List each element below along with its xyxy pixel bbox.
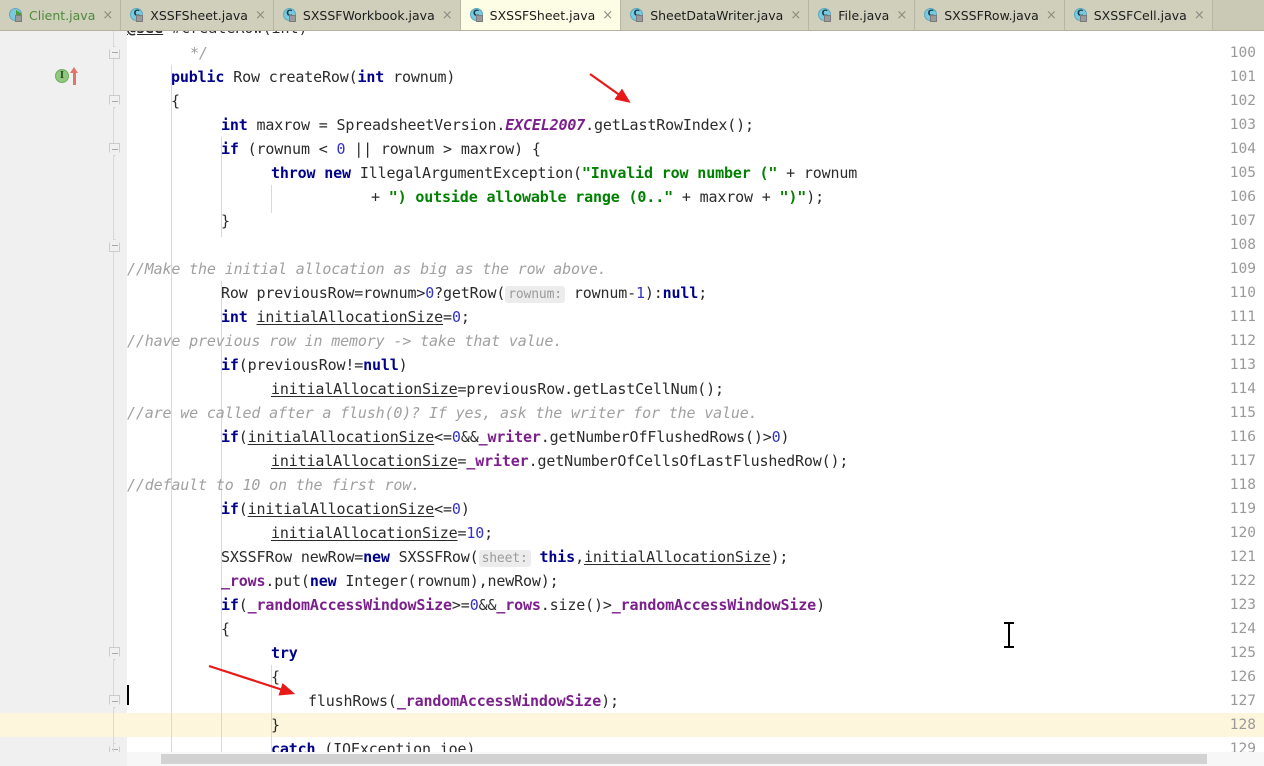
code-line-106[interactable]: + ") outside allowable range (0.." + max…: [371, 185, 824, 209]
code-line-101[interactable]: public Row createRow(int rownum): [171, 65, 455, 89]
tab-label: SXSSFSheet.java: [489, 7, 596, 23]
inlay-hint-rownum: rownum:: [505, 286, 565, 303]
code-line-107[interactable]: }: [221, 209, 230, 233]
code-line-109[interactable]: //Make the initial allocation as big as …: [127, 257, 607, 281]
tab-label: Client.java: [29, 8, 96, 23]
code-line-103[interactable]: int maxrow = SpreadsheetVersion.EXCEL200…: [221, 113, 754, 137]
code-line-102[interactable]: {: [171, 89, 180, 113]
tab-close-icon[interactable]: ×: [253, 9, 266, 22]
implementing-method-icon[interactable]: I: [55, 67, 85, 85]
tab-label: SXSSFRow.java: [944, 8, 1039, 23]
code-line-108[interactable]: [127, 233, 136, 257]
code-line-116[interactable]: if(initialAllocationSize<=0&&_writer.get…: [221, 425, 790, 449]
code-line-126[interactable]: {: [271, 665, 280, 689]
code-line-100[interactable]: */: [190, 41, 208, 65]
java-class-icon: C: [1073, 8, 1089, 23]
line-number-gutter[interactable]: [0, 31, 100, 766]
fold-connector: [113, 108, 114, 143]
tab-label: SXSSFWorkbook.java: [302, 8, 435, 23]
tab-label: File.java: [838, 8, 890, 23]
java-class-icon: C: [130, 8, 145, 23]
code-line-123[interactable]: if(_randomAccessWindowSize>=0&&_rows.siz…: [221, 593, 825, 617]
editor-tab-sheetdatawriter-java[interactable]: C SheetDataWriter.java ×: [621, 0, 810, 30]
java-class-icon: C: [469, 7, 485, 23]
tab-label: SXSSFCell.java: [1093, 8, 1187, 23]
editor-tab-sxssfcell-java[interactable]: C SXSSFCell.java ×: [1064, 0, 1213, 30]
horizontal-scrollbar-thumb[interactable]: [161, 754, 1208, 764]
code-line-124[interactable]: {: [221, 617, 230, 641]
editor-tab-sxssfsheet-java[interactable]: C SXSSFSheet.java ×: [460, 0, 622, 30]
tab-label: SheetDataWriter.java: [650, 8, 784, 23]
editor-tab-client-java[interactable]: Client.java ×: [0, 0, 122, 30]
tab-close-icon[interactable]: ×: [1192, 9, 1205, 22]
java-class-icon: C: [282, 8, 298, 23]
tab-label: XSSFSheet.java: [150, 8, 248, 23]
editor-tab-sxssfworkbook-java[interactable]: C SXSSFWorkbook.java ×: [273, 0, 461, 30]
java-run-class-icon: [9, 8, 24, 23]
code-text-area[interactable]: */ public Row createRow(int rownum) { in…: [127, 31, 1264, 766]
scrollbar-gutter-fill: [0, 752, 127, 766]
tab-close-icon[interactable]: ×: [440, 9, 453, 22]
java-class-icon: C: [630, 8, 645, 23]
code-line-114[interactable]: initialAllocationSize=previousRow.getLas…: [271, 377, 724, 401]
editor-tab-xssfsheet-java[interactable]: C XSSFSheet.java ×: [121, 0, 274, 30]
code-editor[interactable]: @see #createRow(int) 100 101 102 103 104…: [0, 31, 1264, 766]
editor-tab-bar[interactable]: Client.java × C XSSFSheet.java × C SXSSF…: [0, 0, 1264, 31]
editor-tab-file-java[interactable]: C File.java ×: [809, 0, 916, 30]
java-class-icon: C: [818, 8, 833, 23]
java-class-icon: C: [924, 8, 939, 23]
code-line-125[interactable]: try: [271, 641, 298, 665]
tab-close-icon[interactable]: ×: [100, 9, 113, 22]
code-line-127[interactable]: flushRows(_randomAccessWindowSize);: [308, 689, 619, 713]
tab-close-icon[interactable]: ×: [1044, 9, 1057, 22]
code-line-111[interactable]: int initialAllocationSize=0;: [221, 305, 470, 329]
code-line-105[interactable]: throw new IllegalArgumentException("Inva…: [271, 161, 857, 185]
fold-connector: [113, 660, 114, 695]
code-line-110[interactable]: Row previousRow=rownum>0?getRow(rownum: …: [221, 281, 707, 305]
text-caret: [127, 685, 129, 705]
fold-connector: [113, 31, 114, 46]
tab-close-icon[interactable]: ×: [788, 9, 801, 22]
inlay-hint-sheet: sheet:: [478, 550, 531, 567]
indent-guide: [271, 185, 272, 213]
horizontal-scrollbar[interactable]: [127, 752, 1264, 766]
tab-close-icon[interactable]: ×: [894, 9, 907, 22]
code-line-115[interactable]: //are we called after a flush(0)? If yes…: [127, 401, 758, 425]
code-line-112[interactable]: //have previous row in memory -> take th…: [127, 329, 562, 353]
code-line-122[interactable]: _rows.put(new Integer(rownum),newRow);: [221, 569, 559, 593]
code-line-120[interactable]: initialAllocationSize=10;: [271, 521, 493, 545]
code-line-119[interactable]: if(initialAllocationSize<=0): [221, 497, 470, 521]
fold-connector: [113, 252, 114, 647]
fold-connector: [113, 59, 114, 95]
code-line-121[interactable]: SXSSFRow newRow=new SXSSFRow(sheet: this…: [221, 545, 788, 569]
code-line-104[interactable]: if (rownum < 0 || rownum > maxrow) {: [221, 137, 541, 161]
editor-tab-sxssfrow-java[interactable]: C SXSSFRow.java ×: [915, 0, 1065, 30]
code-line-117[interactable]: initialAllocationSize=_writer.getNumberO…: [271, 449, 848, 473]
code-line-113[interactable]: if(previousRow!=null): [221, 353, 408, 377]
fold-connector: [113, 156, 114, 239]
code-line-128[interactable]: }: [271, 713, 280, 737]
tab-close-icon[interactable]: ×: [600, 9, 613, 22]
code-line-118[interactable]: //default to 10 on the first row.: [127, 473, 420, 497]
